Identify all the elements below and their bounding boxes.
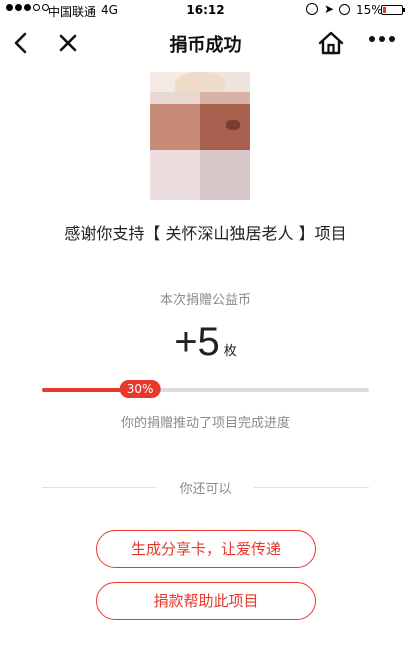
- coin-unit: 枚: [223, 344, 237, 359]
- coin-label: 本次捐赠公益币: [159, 293, 251, 308]
- orientation-lock-icon: [306, 3, 318, 15]
- location-icon: ➤: [324, 2, 335, 16]
- project-image: [150, 72, 250, 200]
- status-bar: 中国联通 4G 16:12 ➤ 15%: [0, 0, 411, 22]
- thanks-message: 感谢你支持【 关怀深山独居老人 】项目: [64, 224, 347, 243]
- progress-caption: 你的捐赠推动了项目完成进度: [120, 416, 290, 431]
- more-icon[interactable]: [369, 36, 395, 42]
- progress-badge: 30%: [119, 380, 161, 398]
- share-card-button[interactable]: 生成分享卡，让爱传递: [96, 530, 316, 568]
- battery-icon: [381, 5, 405, 15]
- progress-bar: 30%: [42, 380, 369, 398]
- page-title: 捐币成功: [169, 35, 242, 56]
- battery-percent: 15%: [356, 3, 383, 17]
- nav-bar: 捐币成功: [0, 22, 411, 64]
- alarm-icon: [339, 4, 350, 15]
- screen: 中国联通 4G 16:12 ➤ 15% 捐币成功 感谢你支持【 关怀深山独居老人…: [0, 0, 411, 658]
- coin-value: +5: [174, 320, 220, 364]
- section-divider: 你还可以: [42, 478, 369, 497]
- home-icon[interactable]: [318, 30, 344, 56]
- coin-amount: +5 枚: [0, 320, 411, 365]
- divider-line-right: [254, 487, 369, 488]
- donate-button[interactable]: 捐款帮助此项目: [96, 582, 316, 620]
